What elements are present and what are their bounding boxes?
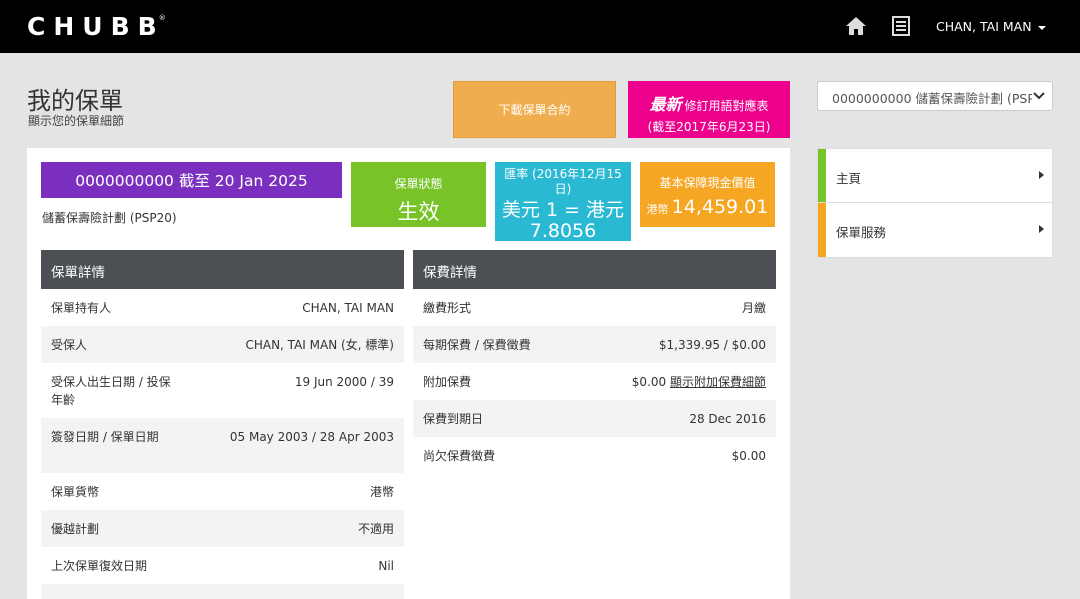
tile-label: 保單狀態 bbox=[394, 177, 443, 191]
tile-value: 生效 bbox=[397, 200, 440, 224]
policy-number-banner: 0000000000 截至 20 Jan 2025 bbox=[41, 162, 342, 198]
panel-heading: 保單詳情 bbox=[41, 250, 404, 289]
row-key: 受保人 bbox=[51, 338, 88, 352]
row-key: 簽發日期 / 保單日期 bbox=[51, 430, 159, 444]
row-key: 保單貨幣 bbox=[51, 485, 100, 499]
tile-label: 匯率 (2016年12月15日) bbox=[504, 167, 622, 196]
row-value: 港幣 bbox=[369, 485, 394, 499]
row-key: 上次保單復效日期 bbox=[51, 559, 148, 573]
row-value: 28 Dec 2016 bbox=[689, 411, 766, 426]
cash-value-tile: 基本保障現金價值 港幣 14,459.01 bbox=[640, 162, 775, 227]
table-row: 上次保單復效日期 Nil bbox=[41, 547, 404, 584]
row-value: 19 Jun 2000 / 39 bbox=[294, 375, 394, 389]
caret-down-icon bbox=[1037, 25, 1046, 30]
page-subtitle: 顯示您的保單細節 bbox=[28, 114, 125, 128]
chevron-right-icon bbox=[1039, 171, 1044, 179]
user-menu[interactable]: CHAN, TAI MAN bbox=[936, 19, 1046, 34]
table-row: 保單貨幣 港幣 bbox=[41, 473, 404, 510]
terminology-date: (截至2017年6月23日) bbox=[647, 120, 771, 134]
row-value: $1,339.95 / $0.00 bbox=[658, 337, 766, 352]
table-row: 繳費形式 月繳 bbox=[413, 289, 776, 326]
table-row: 保單持有人 CHAN, TAI MAN bbox=[41, 289, 404, 326]
row-key: 繳費形式 bbox=[423, 301, 472, 315]
policy-plan-name: 儲蓄保壽險計劃 (PSP20) bbox=[42, 211, 177, 225]
table-row: 保費到期日 28 Dec 2016 bbox=[413, 400, 776, 437]
sidenav-item-label: 保單服務 bbox=[836, 225, 887, 240]
row-key: 優越計劃 bbox=[51, 522, 100, 536]
row-key: 附加保費 bbox=[423, 375, 472, 389]
side-nav: 主頁 保單服務 bbox=[817, 148, 1053, 258]
user-name: CHAN, TAI MAN bbox=[936, 19, 1032, 34]
table-row: 附加保費 $0.00 顯示附加保費細節 bbox=[413, 363, 776, 400]
rider-premium-details-link[interactable]: 顯示附加保費細節 bbox=[670, 375, 766, 389]
row-value: 05 May 2003 / 28 Apr 2003 bbox=[229, 430, 394, 444]
exchange-rate-tile: 匯率 (2016年12月15日) 美元 1 = 港元 7.8056 bbox=[495, 162, 631, 242]
tile-value: 14,459.01 bbox=[671, 196, 769, 218]
document-list-icon[interactable] bbox=[891, 16, 911, 36]
premium-details-panel: 保費詳情 繳費形式 月繳 每期保費 / 保費徵費 $1,339.95 / $0.… bbox=[413, 250, 776, 474]
row-key: 保單持有人 bbox=[51, 301, 112, 315]
table-row: 每期保費 / 保費徵費 $1,339.95 / $0.00 bbox=[413, 326, 776, 363]
row-value: CHAN, TAI MAN (女, 標準) bbox=[245, 338, 394, 352]
tile-label: 基本保障現金價值 bbox=[659, 176, 756, 190]
sidenav-item-label: 主頁 bbox=[836, 171, 862, 186]
tile-currency: 港幣 bbox=[646, 203, 669, 216]
panel-heading: 保費詳情 bbox=[413, 250, 776, 289]
home-icon[interactable] bbox=[845, 16, 867, 36]
sidenav-item-policy-services[interactable]: 保單服務 bbox=[817, 203, 1053, 258]
row-value: $0.00 bbox=[631, 375, 667, 389]
terminology-table-button[interactable]: 最新 修訂用語對應表 (截至2017年6月23日) bbox=[628, 81, 790, 138]
table-row: 尚欠保費徵費 $0.00 bbox=[413, 437, 776, 474]
table-row: 簽發日期 / 保單日期 05 May 2003 / 28 Apr 2003 bbox=[41, 418, 404, 473]
page-title: 我的保單 bbox=[27, 87, 123, 115]
policy-status-tile: 保單狀態 生效 bbox=[351, 162, 486, 227]
sidenav-accent-bar bbox=[818, 149, 826, 202]
row-value: $0.00 bbox=[731, 448, 766, 463]
row-key: 每期保費 / 保費徵費 bbox=[423, 338, 531, 352]
chevron-down-icon bbox=[1032, 88, 1046, 104]
sidenav-accent-bar bbox=[818, 203, 826, 257]
table-row: 優越計劃 不適用 bbox=[41, 510, 404, 547]
row-value: 不適用 bbox=[357, 522, 394, 536]
policy-details-panel: 保單詳情 保單持有人 CHAN, TAI MAN 受保人 CHAN, TAI M… bbox=[41, 250, 404, 599]
latest-label: 最新 bbox=[649, 95, 682, 114]
chevron-right-icon bbox=[1039, 225, 1044, 233]
table-row: 受保人出生日期 / 投保年齡 19 Jun 2000 / 39 bbox=[41, 363, 404, 418]
chubb-logo[interactable]: CHUBB® bbox=[27, 12, 172, 41]
row-key: 受保人出生日期 / 投保年齡 bbox=[51, 375, 171, 407]
plan-select[interactable]: 0000000000 儲蓄保壽險計劃 (PSP bbox=[817, 81, 1053, 111]
row-key: 尚欠保費徵費 bbox=[423, 449, 496, 463]
top-navbar: CHUBB® CHAN, TAI MAN bbox=[0, 0, 1080, 53]
download-policy-button[interactable]: 下載保單合約 bbox=[453, 81, 616, 138]
sidenav-item-home[interactable]: 主頁 bbox=[817, 148, 1053, 203]
row-key: 保費到期日 bbox=[423, 412, 484, 426]
row-value: 月繳 bbox=[741, 301, 766, 315]
row-value: Nil bbox=[378, 558, 394, 573]
plan-select-value: 0000000000 儲蓄保壽險計劃 (PSP bbox=[832, 91, 1035, 106]
terminology-label: 修訂用語對應表 bbox=[684, 99, 769, 113]
row-value: CHAN, TAI MAN bbox=[302, 300, 394, 315]
table-row bbox=[41, 584, 404, 599]
tile-value: 美元 1 = 港元 7.8056 bbox=[501, 199, 625, 242]
table-row: 受保人 CHAN, TAI MAN (女, 標準) bbox=[41, 326, 404, 363]
